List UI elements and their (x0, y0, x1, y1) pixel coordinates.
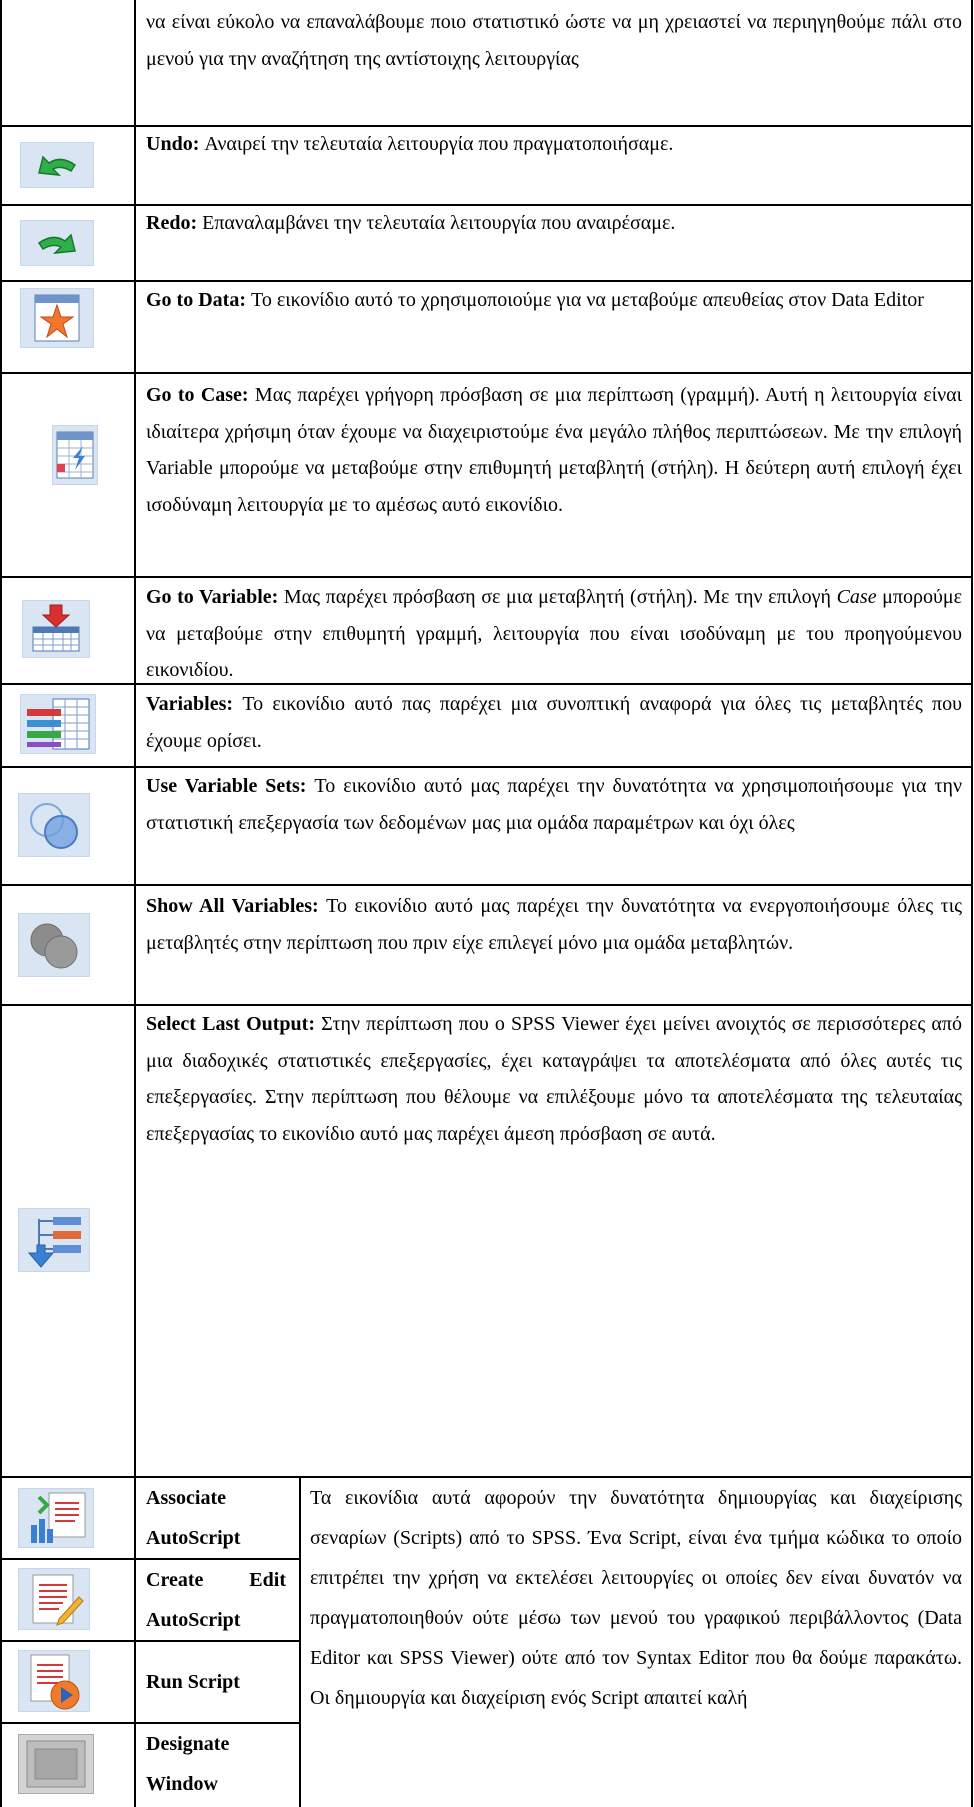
use-variable-sets-icon (18, 793, 90, 857)
go-to-variable-description: Go to Variable: Μας παρέχει πρόσβαση σε … (146, 579, 962, 689)
row-divider (0, 884, 973, 886)
go-to-variable-case-word: Case (836, 586, 877, 608)
designate-window-icon (18, 1734, 94, 1794)
variables-text: Το εικονίδιο αυτό πας παρέχει μια συνοπτ… (146, 693, 963, 752)
go-to-variable-title: Go to Variable: (146, 586, 279, 608)
table-border-left (0, 0, 2, 1807)
use-variable-sets-title: Use Variable Sets: (146, 775, 307, 797)
row-divider (0, 372, 973, 374)
designate-window-label: Designate Window (146, 1733, 230, 1795)
redo-description: Redo: Επαναλαμβάνει την τελευταία λειτου… (146, 205, 962, 242)
undo-title: Undo: (146, 133, 200, 155)
row-divider (0, 1640, 300, 1642)
redo-text: Επαναλαμβάνει την τελευταία λειτουργία π… (202, 212, 676, 234)
continuation-text: να είναι εύκολο να επαναλάβουμε ποιο στα… (146, 11, 962, 70)
variables-title: Variables: (146, 693, 234, 715)
go-to-case-description: Go to Case: Μας παρέχει γρήγορη πρόσβαση… (146, 377, 962, 523)
table-border-column-divider (134, 0, 136, 1807)
create-edit-autoscript-label: Create Edit AutoScript (146, 1569, 286, 1631)
show-all-variables-icon (18, 913, 90, 977)
undo-description: Undo: Αναιρεί την τελευταία λειτουργία π… (146, 126, 962, 163)
create-edit-autoscript-icon (18, 1568, 90, 1630)
go-to-case-text: Μας παρέχει γρήγορη πρόσβαση σε μια περί… (146, 384, 962, 516)
run-script-icon (18, 1650, 90, 1712)
go-to-data-title: Go to Data: (146, 289, 246, 311)
run-script-label: Run Script (146, 1671, 240, 1693)
go-to-data-icon (20, 288, 94, 348)
go-to-data-description: Go to Data: Το εικονίδιο αυτό το χρησιμο… (146, 282, 962, 319)
go-to-variable-text-before: Μας παρέχει πρόσβαση σε μια μεταβλητή (σ… (283, 586, 831, 608)
show-all-variables-title: Show All Variables: (146, 895, 319, 917)
select-last-output-title: Select Last Output: (146, 1013, 315, 1035)
undo-icon (20, 142, 94, 188)
redo-title: Redo: (146, 212, 198, 234)
associate-autoscript-icon (18, 1488, 94, 1548)
undo-text: Αναιρεί την τελευταία λειτουργία που πρα… (204, 133, 674, 155)
use-variable-sets-description: Use Variable Sets: Το εικονίδιο αυτό μας… (146, 768, 962, 841)
variables-icon (20, 694, 96, 754)
select-last-output-icon (18, 1208, 90, 1272)
go-to-data-text: Το εικονίδιο αυτό το χρησιμοποιούμε για … (250, 289, 924, 311)
redo-icon (20, 220, 94, 266)
go-to-case-icon (52, 425, 98, 485)
document-page: να είναι εύκολο να επαναλάβουμε ποιο στα… (0, 0, 974, 1807)
variables-description: Variables: Το εικονίδιο αυτό πας παρέχει… (146, 686, 962, 759)
scripts-description: Τα εικονίδια αυτά αφορούν την δυνατότητα… (310, 1487, 962, 1709)
show-all-variables-description: Show All Variables: Το εικονίδιο αυτό μα… (146, 888, 962, 961)
table-border-right (971, 0, 973, 1807)
row-divider (0, 576, 973, 578)
select-last-output-description: Select Last Output: Στην περίπτωση που ο… (146, 1006, 962, 1152)
go-to-case-title: Go to Case: (146, 384, 249, 406)
associate-autoscript-label: Associate AutoScript (146, 1487, 241, 1549)
go-to-variable-icon (22, 600, 90, 658)
